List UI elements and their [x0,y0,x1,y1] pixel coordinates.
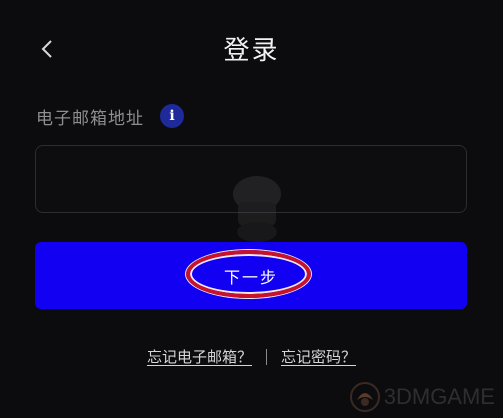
watermark-text: 3DMGAME [383,384,495,409]
help-links: 忘记电子邮箱？ 忘记密码？ [0,346,503,367]
login-screen: 登录 电子邮箱地址 i 下一步 忘记电子邮箱？ 忘记密码？ 3DMGAME [0,0,503,418]
next-button[interactable]: 下一步 [35,242,467,309]
email-input[interactable] [35,145,467,213]
link-divider [266,348,267,365]
header: 登录 [0,20,503,80]
info-icon-glyph: i [169,108,175,124]
watermark-logo-icon [349,382,380,412]
watermark: 3DMGAME [348,380,495,414]
forgot-email-link[interactable]: 忘记电子邮箱？ [147,346,252,367]
forgot-password-link[interactable]: 忘记密码？ [281,346,356,367]
email-label-row: 电子邮箱地址 i [36,101,184,131]
page-title: 登录 [223,36,280,66]
info-icon[interactable]: i [160,104,184,128]
email-label: 电子邮箱地址 [36,108,144,129]
